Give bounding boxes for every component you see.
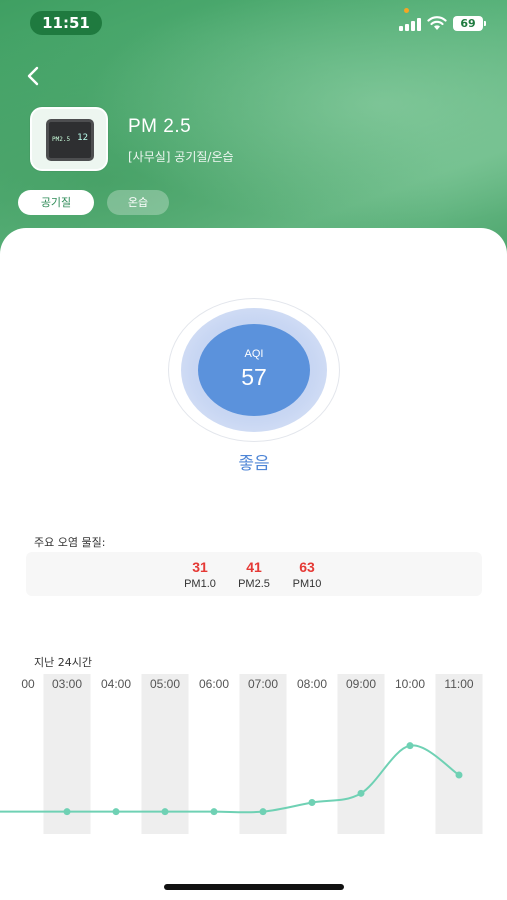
data-point (63, 808, 71, 816)
chart-heading: 지난 24시간 (34, 656, 92, 669)
tab-air-quality[interactable]: 공기질 (18, 190, 94, 215)
chart-column-band (435, 674, 483, 834)
tab-temperature-humidity[interactable]: 온습 (107, 190, 169, 215)
status-time: 11:51 (30, 11, 102, 35)
home-indicator[interactable] (164, 884, 344, 890)
pollutants-heading: 주요 오염 물질: (34, 536, 106, 549)
device-thumbnail: PM2.5 12 (30, 107, 108, 171)
chevron-left-icon[interactable] (20, 62, 46, 90)
pollutant-value: 31 (192, 559, 208, 575)
data-point (357, 789, 365, 797)
aqi-value: 57 (241, 364, 267, 390)
data-point (406, 742, 414, 750)
data-point (308, 799, 316, 806)
device-screen: PM2.5 12 (46, 119, 94, 161)
pollutant-pm10: 63 PM10 (279, 558, 335, 592)
pollutant-name: PM1.0 (184, 578, 216, 590)
privacy-indicator-dot (404, 8, 409, 13)
x-tick-label: 00 (21, 677, 35, 691)
pollutant-value: 63 (299, 559, 315, 575)
battery-indicator: 69 (453, 16, 486, 31)
wifi-icon (427, 16, 447, 30)
x-tick-label: 10:00 (395, 677, 425, 691)
device-screen-value: 12 (77, 133, 88, 143)
pollutant-pm1: 31 PM1.0 (172, 558, 228, 592)
cellular-signal-icon (399, 18, 421, 31)
data-point (455, 771, 463, 779)
pollutant-pm25: 41 PM2.5 (226, 558, 282, 592)
x-tick-label: 08:00 (297, 677, 327, 691)
aqi-status: 좋음 (238, 454, 270, 474)
x-tick-label: 05:00 (150, 677, 180, 691)
x-tick-label: 06:00 (199, 677, 229, 691)
x-tick-label: 09:00 (346, 677, 376, 691)
pollutant-name: PM2.5 (238, 578, 270, 590)
data-point (112, 808, 120, 816)
chart-column-band (337, 674, 385, 834)
history-chart[interactable]: 00 03:00 04:00 05:00 06:00 07:00 08:00 09:00 10:… (0, 670, 507, 840)
data-point (259, 808, 267, 816)
history-chart-svg: 00 03:00 04:00 05:00 06:00 07:00 08:00 09:00 10:… (0, 674, 483, 834)
x-tick-label: 07:00 (248, 677, 278, 691)
data-point (210, 808, 218, 816)
aqi-label: AQI (244, 348, 264, 360)
data-point (161, 808, 169, 816)
x-tick-label: 11:00 (444, 677, 473, 691)
device-subtitle: [사무실] 공기질/온습 (128, 150, 234, 164)
x-tick-label: 03:00 (52, 677, 82, 691)
pollutant-value: 41 (246, 559, 262, 575)
device-title: PM 2.5 (128, 116, 192, 137)
status-bar: 11:51 69 (0, 0, 507, 46)
pollutant-name: PM10 (292, 578, 322, 590)
device-screen-label: PM2.5 (52, 136, 71, 143)
x-tick-label: 04:00 (101, 677, 131, 691)
